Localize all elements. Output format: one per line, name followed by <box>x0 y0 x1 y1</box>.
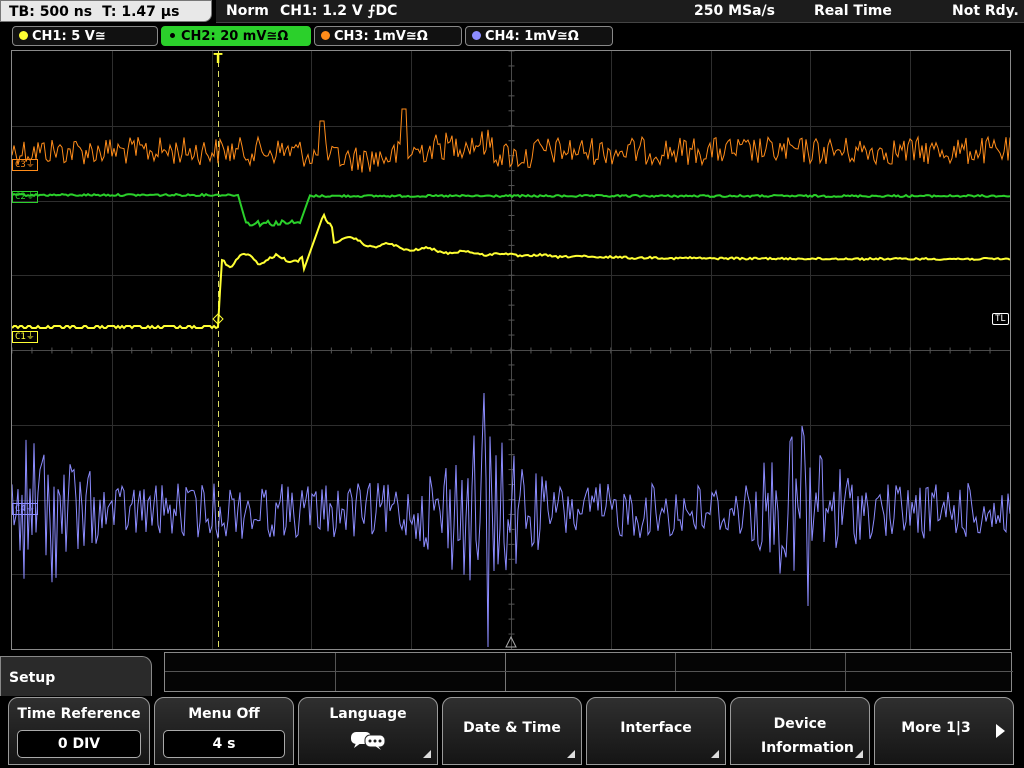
channel-1-tab[interactable]: CH1: 5 V≅ <box>12 26 158 46</box>
more-label: More 1|3 <box>901 720 971 736</box>
strip-divider <box>845 653 846 691</box>
sample-rate: 250 MSa/s <box>694 3 776 19</box>
time-reference-value: 0 DIV <box>17 730 141 758</box>
channel-1-label: CH1: 5 V≅ <box>32 29 106 44</box>
setup-menu-title: Setup <box>0 656 152 696</box>
menu-off-label: Menu Off <box>188 706 260 722</box>
trigger-setting[interactable]: CH1: 1.2 V ⨍DC <box>280 0 397 22</box>
timebase-value: TB: 500 ns <box>9 4 93 20</box>
waveform-display[interactable]: C3⏚ C2⏚ C1⏚ C4⏚ TL T <box>11 50 1011 650</box>
menu-off-value: 4 s <box>163 730 285 758</box>
language-softkey[interactable]: Language <box>298 697 438 765</box>
acquisition-status: Norm CH1: 1.2 V ⨍DC 250 MSa/s Real Time … <box>216 0 1024 23</box>
channel-2-dot-icon <box>168 31 177 40</box>
submenu-corner-icon <box>423 750 431 758</box>
channel-3-tab[interactable]: CH3: 1mV≅Ω <box>314 26 462 46</box>
channel-bar: CH1: 5 V≅ CH2: 20 mV≅Ω CH3: 1mV≅Ω CH4: 1… <box>0 26 1024 48</box>
device-information-softkey[interactable]: Device Information <box>730 697 870 765</box>
trigger-mode[interactable]: Norm <box>226 0 269 22</box>
interface-label: Interface <box>620 720 692 736</box>
menu-scroll-strip <box>164 652 1013 692</box>
device-information-label: Device Information <box>761 716 854 756</box>
ready-state: Not Rdy. <box>952 3 1019 19</box>
channel-4-tab[interactable]: CH4: 1mV≅Ω <box>465 26 613 46</box>
top-status-bar: TB: 500 ns T: 1.47 µs Norm CH1: 1.2 V ⨍DC… <box>0 0 1024 24</box>
trigger-time-value: T: 1.47 µs <box>102 4 180 20</box>
date-time-softkey[interactable]: Date & Time <box>442 697 582 765</box>
strip-divider <box>505 653 506 691</box>
trigger-level-marker[interactable]: TL <box>992 313 1009 325</box>
submenu-corner-icon <box>855 750 863 758</box>
waveform-canvas <box>12 51 1010 649</box>
channel-2-tab[interactable]: CH2: 20 mV≅Ω <box>161 26 311 46</box>
speech-bubbles-icon <box>351 732 386 750</box>
timebase-box[interactable]: TB: 500 ns T: 1.47 µs <box>0 0 212 22</box>
trigger-position-marker[interactable]: T <box>211 53 225 67</box>
channel-4-ground-marker[interactable]: C4⏚ <box>12 503 38 515</box>
strip-divider <box>675 653 676 691</box>
channel-1-ground-marker[interactable]: C1⏚ <box>12 331 38 343</box>
menu-off-softkey[interactable]: Menu Off 4 s <box>154 697 294 765</box>
channel-2-label: CH2: 20 mV≅Ω <box>181 29 289 44</box>
channel-3-dot-icon <box>321 31 330 40</box>
more-softkey[interactable]: More 1|3 <box>874 697 1014 765</box>
channel-3-ground-marker[interactable]: C3⏚ <box>12 159 38 171</box>
interface-softkey[interactable]: Interface <box>586 697 726 765</box>
time-reference-softkey[interactable]: Time Reference 0 DIV <box>8 697 150 765</box>
channel-4-label: CH4: 1mV≅Ω <box>485 29 579 44</box>
date-time-label: Date & Time <box>463 720 561 736</box>
language-label: Language <box>329 706 407 722</box>
submenu-corner-icon <box>567 750 575 758</box>
acquisition-mode: Real Time <box>814 3 892 19</box>
strip-midline <box>165 671 1013 672</box>
channel-3-label: CH3: 1mV≅Ω <box>334 29 428 44</box>
strip-divider <box>335 653 336 691</box>
channel-2-ground-marker[interactable]: C2⏚ <box>12 191 38 203</box>
channel-1-dot-icon <box>19 31 28 40</box>
submenu-corner-icon <box>711 750 719 758</box>
channel-4-dot-icon <box>472 31 481 40</box>
time-reference-label: Time Reference <box>17 706 141 722</box>
next-page-arrow-icon <box>996 724 1005 738</box>
graticule-grid <box>12 51 1010 649</box>
